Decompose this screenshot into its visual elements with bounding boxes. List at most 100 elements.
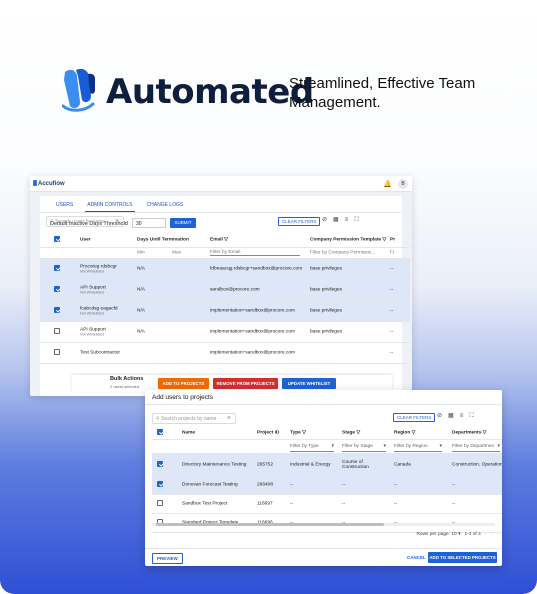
footer-divider	[145, 548, 502, 549]
rows-per-page-select[interactable]: 10	[451, 532, 456, 537]
clear-search-icon[interactable]: ×	[227, 415, 231, 422]
search-placeholder: Search users by name	[55, 219, 106, 225]
horizontal-scrollbar[interactable]	[152, 523, 495, 526]
col-days[interactable]: Days Until Termination	[137, 237, 189, 242]
project-type: --	[290, 482, 294, 488]
table-row[interactable]: Donovan Forecast Testing 266408 -- -- -- --	[152, 476, 502, 495]
table-row[interactable]: Directory Maintenance Testing 265752 Indus…	[152, 454, 502, 476]
table-row[interactable]: Procoreg rdsbcgr Not Whitelisted N/A fdbnaa…	[40, 259, 410, 280]
prev-page-icon[interactable]: ‹	[485, 532, 487, 537]
select-all-checkbox[interactable]	[54, 235, 60, 242]
template-filter[interactable]: Filter by Company Permissio...	[310, 251, 375, 256]
add-to-projects-dialog: Add users to projects ⚲ Search projects …	[145, 390, 502, 566]
col-departments[interactable]: Departments ▽	[452, 431, 486, 436]
col-stage[interactable]: Stage ▽	[342, 431, 360, 436]
table-row[interactable]: Sandbox Test Project 116697 -- -- -- --	[152, 495, 502, 514]
clear-filters-button[interactable]: CLEAR FILTERS	[393, 413, 436, 422]
project-search-input[interactable]: ⚲ Search projects by name ×	[152, 413, 236, 424]
threshold-input[interactable]: 30	[132, 218, 166, 228]
days-until-termination: N/A	[137, 287, 145, 293]
row-checkbox[interactable]	[54, 265, 60, 271]
chevron-down-icon[interactable]: ▾	[458, 532, 460, 537]
project-departments: --	[452, 482, 456, 488]
filter-off-icon[interactable]: ⊘	[322, 217, 333, 223]
row-checkbox[interactable]	[157, 481, 163, 487]
scrollbar-thumb[interactable]	[156, 523, 384, 526]
table-row[interactable]: API Support Not Whitelisted N/A implementat…	[40, 322, 410, 343]
table-row[interactable]: fcabcdsg eagacfd Not Whitelisted N/A implem…	[40, 301, 410, 322]
project-region: --	[394, 501, 398, 507]
row-checkbox[interactable]	[157, 500, 163, 506]
fullscreen-icon[interactable]: ⛶	[469, 413, 479, 419]
tab-users[interactable]: USERS	[54, 202, 75, 212]
col-template[interactable]: Company Permission Template ▽	[310, 237, 386, 242]
col-pr[interactable]: Pr	[390, 237, 395, 242]
filter-row: Filter by Type Filter by Stage Filter by…	[152, 440, 502, 454]
columns-icon[interactable]: ▦	[333, 217, 345, 223]
add-to-projects-button[interactable]: ADD TO PROJECTS	[158, 378, 209, 389]
rows-per-page-label: Rows per page:	[416, 532, 451, 537]
bell-icon[interactable]: 🔔	[383, 180, 392, 188]
density-icon[interactable]: ≡	[460, 413, 470, 419]
project-type: --	[290, 501, 294, 507]
cancel-button[interactable]: CANCEL	[407, 555, 426, 560]
project-name: Sandbox Test Project	[182, 501, 228, 507]
row-checkbox[interactable]	[54, 307, 60, 313]
stage-filter[interactable]: Filter by Stage	[342, 442, 386, 452]
preview-button[interactable]: PREVIEW	[152, 553, 183, 564]
days-min-filter[interactable]: Min	[137, 251, 145, 256]
whitelist-status: Not Whitelisted	[80, 269, 105, 274]
bulk-title: Bulk Actions	[110, 376, 144, 382]
fullscreen-icon[interactable]: ⛶	[354, 217, 364, 223]
pr-filter[interactable]: Fi	[390, 251, 394, 256]
row-checkbox[interactable]	[54, 328, 60, 334]
whitelist-status: Not Whitelisted	[80, 311, 105, 316]
density-icon[interactable]: ≡	[345, 217, 355, 223]
add-to-selected-projects-button[interactable]: ADD TO SELECTED PROJECTS	[428, 552, 497, 563]
clear-search-icon[interactable]: ×	[115, 218, 119, 225]
submit-button[interactable]: SUBMIT	[170, 218, 196, 228]
clear-filters-button[interactable]: CLEAR FILTERS	[278, 217, 321, 226]
dialog-title: Add users to projects	[152, 394, 214, 401]
update-whitelist-button[interactable]: UPDATE WHITELIST	[282, 378, 336, 389]
select-all-checkbox[interactable]	[157, 429, 163, 435]
project-type: Industrial & Energy	[290, 462, 331, 467]
project-id: 266408	[257, 482, 274, 488]
avatar[interactable]: B	[398, 179, 408, 189]
whitelist-status: Not Whitelisted	[80, 332, 105, 337]
remove-from-projects-button[interactable]: REMOVE FROM PROJECTS	[213, 378, 278, 389]
days-max-filter[interactable]: Max	[172, 251, 181, 256]
region-filter[interactable]: Filter by Region	[394, 442, 442, 452]
next-page-icon[interactable]: ›	[490, 532, 492, 537]
col-type[interactable]: Type ▽	[290, 431, 306, 436]
email-filter[interactable]: Filter by Email	[210, 250, 300, 256]
project-region: --	[394, 482, 398, 488]
col-email[interactable]: Email ▽	[210, 237, 228, 242]
row-checkbox[interactable]	[54, 349, 60, 355]
table-toolbar: ⊘▦≡⛶	[437, 412, 479, 420]
table-row[interactable]: Test Subcontractor implementation+sandbox…	[40, 343, 410, 364]
type-filter[interactable]: Filter by Type	[290, 442, 334, 452]
tab-change-logs[interactable]: CHANGE LOGS	[145, 202, 186, 212]
days-until-termination: N/A	[137, 308, 145, 314]
permission-template: base privileges	[310, 266, 342, 272]
col-name[interactable]: Name	[182, 431, 195, 436]
user-search-input[interactable]: ⚲ Search users by name ×	[46, 216, 124, 227]
tab-admin-controls[interactable]: ADMIN CONTROLS	[85, 202, 135, 212]
admin-controls-window: Accufiow 🔔 B USERS ADMIN CONTROLS CHANGE…	[30, 176, 412, 396]
departments-filter[interactable]: Filter by Departmen	[452, 442, 500, 452]
row-checkbox[interactable]	[54, 286, 60, 292]
user-email: fdbnaacqg.rdsbcgr+sandbox@procore.com	[210, 266, 303, 272]
brand-logo-icon	[62, 68, 95, 112]
col-region[interactable]: Region ▽	[394, 431, 415, 436]
app-bar: Accufiow 🔔 B	[30, 176, 412, 192]
whitelist-status: Not Whitelisted	[80, 290, 105, 295]
columns-icon[interactable]: ▦	[448, 413, 460, 419]
col-user[interactable]: User	[80, 237, 91, 242]
col-project-id[interactable]: Project ID	[257, 431, 279, 436]
pr-value: --	[390, 329, 394, 335]
table-row[interactable]: API Support Not Whitelisted N/A sandbox@pro…	[40, 280, 410, 301]
row-checkbox[interactable]	[157, 460, 163, 467]
filter-off-icon[interactable]: ⊘	[437, 413, 448, 419]
app-logo[interactable]: Accufiow	[33, 180, 65, 187]
